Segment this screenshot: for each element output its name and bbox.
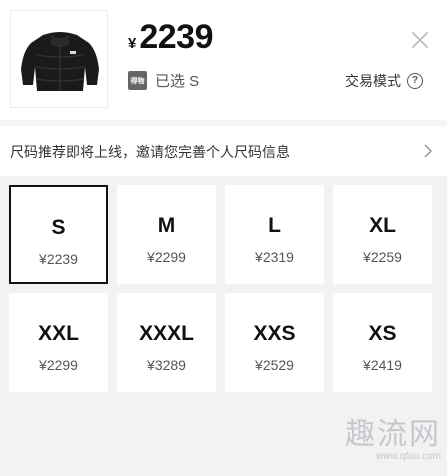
help-icon: ?: [407, 73, 423, 89]
size-label: XL: [369, 214, 396, 237]
size-option-m[interactable]: M ¥2299: [117, 185, 216, 284]
size-price: ¥2259: [363, 249, 402, 265]
size-option-xs[interactable]: XS ¥2419: [333, 293, 432, 392]
size-label: S: [51, 216, 66, 239]
banner-text: 尺码推荐即将上线，邀请您完善个人尺码信息: [10, 144, 290, 160]
size-label: L: [268, 214, 281, 237]
currency-symbol: ¥: [128, 35, 137, 52]
size-option-xl[interactable]: XL ¥2259: [333, 185, 432, 284]
close-icon[interactable]: [408, 28, 432, 52]
brand-badge-icon: 得物: [128, 71, 147, 90]
size-option-xxl[interactable]: XXL ¥2299: [9, 293, 108, 392]
size-price: ¥2419: [363, 357, 402, 373]
size-label: XS: [368, 322, 397, 345]
size-price: ¥3289: [147, 357, 186, 373]
size-price: ¥2239: [39, 251, 78, 267]
watermark-logo: 趣流网: [345, 418, 441, 451]
size-option-xxxl[interactable]: XXXL ¥3289: [117, 293, 216, 392]
selected-size-label: 已选 S: [155, 73, 200, 90]
selected-size-row: 得物 已选 S: [128, 70, 199, 91]
size-recommend-banner[interactable]: 尺码推荐即将上线，邀请您完善个人尺码信息: [0, 126, 447, 176]
size-price: ¥2319: [255, 249, 294, 265]
size-label: M: [157, 214, 176, 237]
product-thumbnail: [10, 10, 108, 108]
size-label: XXS: [253, 322, 296, 345]
size-price: ¥2299: [39, 357, 78, 373]
size-option-xxs[interactable]: XXS ¥2529: [225, 293, 324, 392]
product-header: ¥ 2239 得物 已选 S 交易模式 ?: [0, 0, 447, 120]
size-option-l[interactable]: L ¥2319: [225, 185, 324, 284]
price-display: ¥ 2239: [128, 18, 213, 58]
size-price: ¥2299: [147, 249, 186, 265]
size-grid: S ¥2239 M ¥2299 L ¥2319 XL ¥2259 XXL ¥22…: [0, 176, 447, 476]
size-label: XXL: [38, 322, 79, 345]
size-price: ¥2529: [255, 357, 294, 373]
trade-mode-label: 交易模式: [345, 73, 401, 89]
trade-mode-button[interactable]: 交易模式 ?: [345, 71, 423, 91]
chevron-right-icon: [424, 144, 433, 158]
size-option-s[interactable]: S ¥2239: [9, 185, 108, 284]
watermark: 趣流网 www.qfuu.com: [345, 409, 441, 462]
jacket-image: [21, 32, 99, 91]
price-value: 2239: [139, 18, 213, 56]
size-label: XXXL: [139, 322, 194, 345]
brand-badge-text: 得物: [130, 77, 145, 85]
